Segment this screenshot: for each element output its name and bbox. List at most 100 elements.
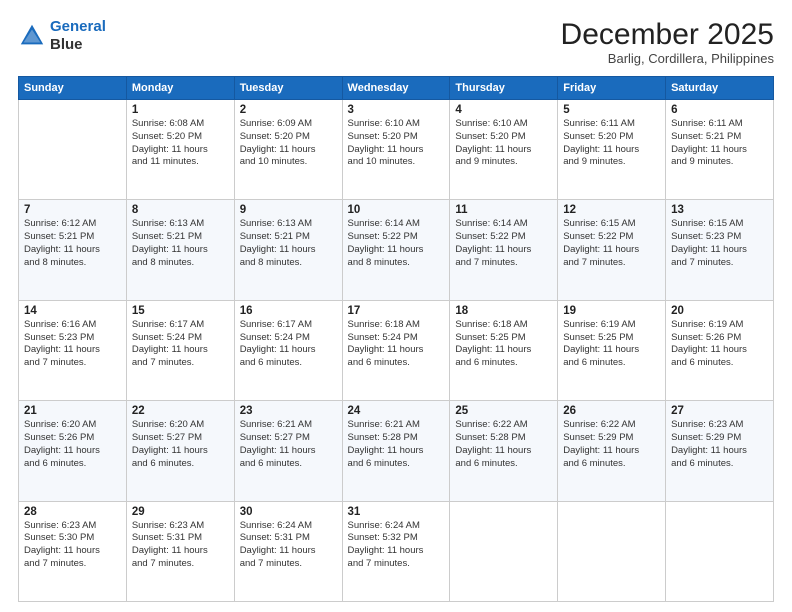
title-block: December 2025 Barlig, Cordillera, Philip… xyxy=(561,18,774,66)
day-number: 7 xyxy=(24,204,121,216)
day-info: Sunrise: 6:22 AM Sunset: 5:28 PM Dayligh… xyxy=(455,419,552,470)
calendar-cell: 13Sunrise: 6:15 AM Sunset: 5:23 PM Dayli… xyxy=(666,200,774,300)
day-number: 4 xyxy=(455,104,552,116)
calendar-cell: 15Sunrise: 6:17 AM Sunset: 5:24 PM Dayli… xyxy=(126,300,234,400)
day-number: 1 xyxy=(132,104,229,116)
day-number: 3 xyxy=(348,104,445,116)
day-info: Sunrise: 6:23 AM Sunset: 5:29 PM Dayligh… xyxy=(671,419,768,470)
day-number: 22 xyxy=(132,405,229,417)
calendar-cell: 8 Sunrise: 6:13 AM Sunset: 5:21 PM Daylig… xyxy=(126,200,234,300)
day-number: 26 xyxy=(563,405,660,417)
calendar-cell xyxy=(19,100,127,200)
day-info: Sunrise: 6:17 AM Sunset: 5:24 PM Dayligh… xyxy=(132,319,229,370)
calendar-week-5: 28 Sunrise: 6:23 AM Sunset: 5:30 PM Dayli… xyxy=(19,501,774,601)
day-number: 11 xyxy=(455,204,552,216)
day-info: Sunrise: 6:09 AM Sunset: 5:20 PM Dayligh… xyxy=(240,118,337,169)
calendar-cell: 18Sunrise: 6:18 AM Sunset: 5:25 PM Dayli… xyxy=(450,300,558,400)
calendar-cell: 7 Sunrise: 6:12 AM Sunset: 5:21 PM Daylig… xyxy=(19,200,127,300)
day-info: Sunrise: 6:23 AM Sunset: 5:31 PM Dayligh… xyxy=(132,520,229,571)
day-number: 27 xyxy=(671,405,768,417)
day-number: 9 xyxy=(240,204,337,216)
day-info: Sunrise: 6:20 AM Sunset: 5:26 PM Dayligh… xyxy=(24,419,121,470)
day-number: 14 xyxy=(24,305,121,317)
day-info: Sunrise: 6:24 AM Sunset: 5:32 PM Dayligh… xyxy=(348,520,445,571)
calendar-table: SundayMondayTuesdayWednesdayThursdayFrid… xyxy=(18,76,774,602)
calendar-cell: 14Sunrise: 6:16 AM Sunset: 5:23 PM Dayli… xyxy=(19,300,127,400)
calendar-cell: 23 Sunrise: 6:21 AM Sunset: 5:27 PM Dayli… xyxy=(234,401,342,501)
day-info: Sunrise: 6:18 AM Sunset: 5:24 PM Dayligh… xyxy=(348,319,445,370)
calendar-cell: 24 Sunrise: 6:21 AM Sunset: 5:28 PM Dayli… xyxy=(342,401,450,501)
day-info: Sunrise: 6:11 AM Sunset: 5:20 PM Dayligh… xyxy=(563,118,660,169)
day-number: 31 xyxy=(348,506,445,518)
day-info: Sunrise: 6:17 AM Sunset: 5:24 PM Dayligh… xyxy=(240,319,337,370)
day-number: 10 xyxy=(348,204,445,216)
calendar-header-row: SundayMondayTuesdayWednesdayThursdayFrid… xyxy=(19,77,774,100)
calendar-cell: 27 Sunrise: 6:23 AM Sunset: 5:29 PM Dayli… xyxy=(666,401,774,501)
col-header-saturday: Saturday xyxy=(666,77,774,100)
calendar-cell: 25 Sunrise: 6:22 AM Sunset: 5:28 PM Dayli… xyxy=(450,401,558,501)
day-info: Sunrise: 6:08 AM Sunset: 5:20 PM Dayligh… xyxy=(132,118,229,169)
calendar-cell xyxy=(666,501,774,601)
col-header-friday: Friday xyxy=(558,77,666,100)
day-number: 2 xyxy=(240,104,337,116)
calendar-cell xyxy=(450,501,558,601)
calendar-cell: 26 Sunrise: 6:22 AM Sunset: 5:29 PM Dayli… xyxy=(558,401,666,501)
day-info: Sunrise: 6:14 AM Sunset: 5:22 PM Dayligh… xyxy=(455,218,552,269)
calendar-cell: 19Sunrise: 6:19 AM Sunset: 5:25 PM Dayli… xyxy=(558,300,666,400)
day-info: Sunrise: 6:15 AM Sunset: 5:22 PM Dayligh… xyxy=(563,218,660,269)
calendar-cell: 10 Sunrise: 6:14 AM Sunset: 5:22 PM Dayli… xyxy=(342,200,450,300)
day-number: 17 xyxy=(348,305,445,317)
day-info: Sunrise: 6:13 AM Sunset: 5:21 PM Dayligh… xyxy=(132,218,229,269)
calendar-cell: 28 Sunrise: 6:23 AM Sunset: 5:30 PM Dayli… xyxy=(19,501,127,601)
day-number: 12 xyxy=(563,204,660,216)
day-info: Sunrise: 6:13 AM Sunset: 5:21 PM Dayligh… xyxy=(240,218,337,269)
day-number: 20 xyxy=(671,305,768,317)
calendar-cell: 17 Sunrise: 6:18 AM Sunset: 5:24 PM Dayli… xyxy=(342,300,450,400)
calendar-cell: 5Sunrise: 6:11 AM Sunset: 5:20 PM Daylig… xyxy=(558,100,666,200)
day-info: Sunrise: 6:14 AM Sunset: 5:22 PM Dayligh… xyxy=(348,218,445,269)
calendar-cell: 6 Sunrise: 6:11 AM Sunset: 5:21 PM Daylig… xyxy=(666,100,774,200)
day-info: Sunrise: 6:21 AM Sunset: 5:27 PM Dayligh… xyxy=(240,419,337,470)
day-number: 28 xyxy=(24,506,121,518)
day-number: 18 xyxy=(455,305,552,317)
col-header-sunday: Sunday xyxy=(19,77,127,100)
day-info: Sunrise: 6:12 AM Sunset: 5:21 PM Dayligh… xyxy=(24,218,121,269)
day-number: 13 xyxy=(671,204,768,216)
day-info: Sunrise: 6:19 AM Sunset: 5:26 PM Dayligh… xyxy=(671,319,768,370)
day-info: Sunrise: 6:21 AM Sunset: 5:28 PM Dayligh… xyxy=(348,419,445,470)
calendar-cell: 16 Sunrise: 6:17 AM Sunset: 5:24 PM Dayli… xyxy=(234,300,342,400)
day-info: Sunrise: 6:10 AM Sunset: 5:20 PM Dayligh… xyxy=(455,118,552,169)
calendar-week-3: 14Sunrise: 6:16 AM Sunset: 5:23 PM Dayli… xyxy=(19,300,774,400)
logo: General Blue xyxy=(18,18,106,54)
day-info: Sunrise: 6:11 AM Sunset: 5:21 PM Dayligh… xyxy=(671,118,768,169)
day-number: 25 xyxy=(455,405,552,417)
calendar-cell: 3 Sunrise: 6:10 AM Sunset: 5:20 PM Daylig… xyxy=(342,100,450,200)
location: Barlig, Cordillera, Philippines xyxy=(561,51,774,66)
day-number: 8 xyxy=(132,204,229,216)
day-info: Sunrise: 6:10 AM Sunset: 5:20 PM Dayligh… xyxy=(348,118,445,169)
calendar-cell: 9 Sunrise: 6:13 AM Sunset: 5:21 PM Daylig… xyxy=(234,200,342,300)
calendar-cell: 2 Sunrise: 6:09 AM Sunset: 5:20 PM Daylig… xyxy=(234,100,342,200)
calendar-cell: 30Sunrise: 6:24 AM Sunset: 5:31 PM Dayli… xyxy=(234,501,342,601)
calendar-cell xyxy=(558,501,666,601)
calendar-cell: 11 Sunrise: 6:14 AM Sunset: 5:22 PM Dayli… xyxy=(450,200,558,300)
calendar-cell: 21Sunrise: 6:20 AM Sunset: 5:26 PM Dayli… xyxy=(19,401,127,501)
col-header-thursday: Thursday xyxy=(450,77,558,100)
col-header-wednesday: Wednesday xyxy=(342,77,450,100)
calendar-cell: 20 Sunrise: 6:19 AM Sunset: 5:26 PM Dayli… xyxy=(666,300,774,400)
day-info: Sunrise: 6:23 AM Sunset: 5:30 PM Dayligh… xyxy=(24,520,121,571)
logo-icon xyxy=(18,22,46,50)
calendar-cell: 22Sunrise: 6:20 AM Sunset: 5:27 PM Dayli… xyxy=(126,401,234,501)
day-info: Sunrise: 6:22 AM Sunset: 5:29 PM Dayligh… xyxy=(563,419,660,470)
day-info: Sunrise: 6:19 AM Sunset: 5:25 PM Dayligh… xyxy=(563,319,660,370)
col-header-tuesday: Tuesday xyxy=(234,77,342,100)
day-number: 24 xyxy=(348,405,445,417)
day-number: 23 xyxy=(240,405,337,417)
calendar-week-2: 7 Sunrise: 6:12 AM Sunset: 5:21 PM Daylig… xyxy=(19,200,774,300)
day-info: Sunrise: 6:24 AM Sunset: 5:31 PM Dayligh… xyxy=(240,520,337,571)
day-number: 29 xyxy=(132,506,229,518)
day-number: 16 xyxy=(240,305,337,317)
calendar-cell: 31 Sunrise: 6:24 AM Sunset: 5:32 PM Dayli… xyxy=(342,501,450,601)
day-number: 6 xyxy=(671,104,768,116)
calendar-cell: 4 Sunrise: 6:10 AM Sunset: 5:20 PM Daylig… xyxy=(450,100,558,200)
